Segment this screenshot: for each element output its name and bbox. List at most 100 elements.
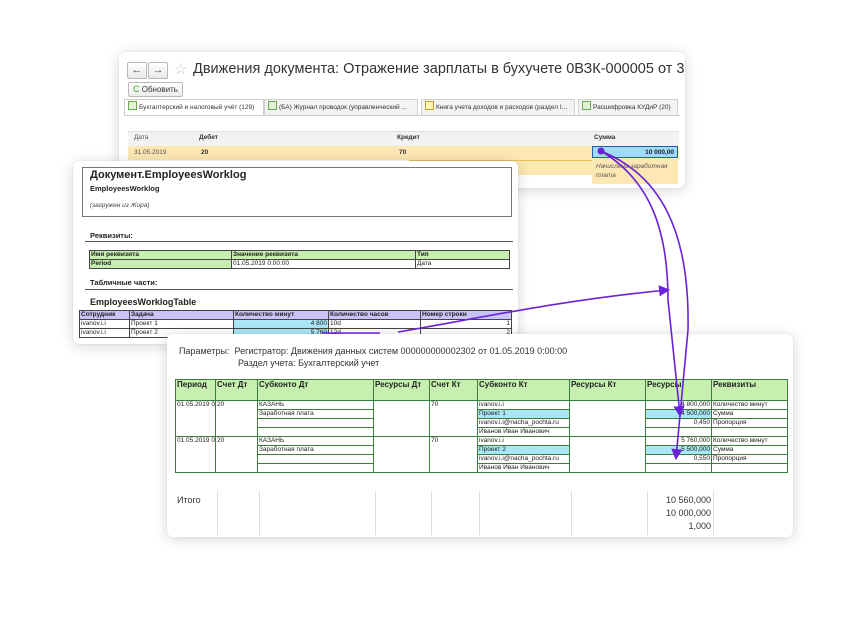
totals-grid-line: [259, 491, 260, 535]
requisites-cell: Количество минут Сумма Пропорция: [711, 400, 788, 437]
header-sum: Сумма: [594, 134, 616, 141]
refresh-icon: C: [133, 84, 140, 94]
employee-cell: ivanov.i.i: [79, 319, 130, 329]
period-cell: 01.05.2019 0:00:00: [175, 436, 216, 473]
favorite-star-icon[interactable]: ☆: [174, 60, 187, 78]
tab-label: Бухгалтерский и налоговый учёт (129): [139, 104, 255, 111]
col-employee: Сотрудник: [79, 310, 130, 320]
resource-value: 5 760,000: [646, 438, 711, 446]
requisites-cell: Количество минут Сумма Пропорция: [711, 436, 788, 473]
col-row-number: Номер строки: [420, 310, 512, 320]
col-account-dt: Счет Дт: [215, 379, 258, 401]
resources-kt-cell: [569, 400, 646, 437]
tab-label: (БА) Журнал проводок (управленческий ...: [279, 104, 407, 111]
resources-kt-cell: [569, 436, 646, 473]
tab-journal[interactable]: (БА) Журнал проводок (управленческий ...: [264, 99, 418, 115]
tab-kudir[interactable]: Расшифровка КУДиР (20): [578, 99, 678, 115]
requisites-section-title: Реквизиты:: [90, 231, 133, 240]
document-subtitle: EmployeesWorklog: [90, 184, 160, 193]
back-button[interactable]: ←: [127, 62, 147, 79]
subconto-line: КАЗАНЬ: [258, 438, 373, 446]
register-icon: [582, 101, 591, 110]
subconto-kt-cell: ivanov.i.i Проект 2 ivanov.i.i@nacha_poc…: [477, 436, 570, 473]
movements-table: Период Счет Дт Субконто Дт Ресурсы Дт Сч…: [175, 379, 788, 473]
tab-divider: [124, 115, 680, 116]
subconto-line: ivanov.i.i@nacha_pochta.ru: [478, 419, 569, 428]
period-cell: 01.05.2019 0:00:00: [175, 400, 216, 437]
total-value: 10 000,000: [665, 508, 711, 518]
col-resources-dt: Ресурсы Дт: [373, 379, 430, 401]
req-header-type: Тип: [415, 250, 510, 260]
table-row: Period 01.05.2019 0:00:00 Дата: [89, 259, 510, 269]
subconto-line: [259, 464, 373, 472]
totals-grid-line: [375, 491, 376, 535]
document-note: (загружен из Жира): [90, 202, 150, 209]
req-value: 01.05.2019 0:00:00: [231, 259, 416, 269]
col-account-kt: Счет Кт: [429, 379, 478, 401]
col-resources-kt: Ресурсы Кт: [569, 379, 646, 401]
table-row[interactable]: 01.05.2019 0:00:00 20 КАЗАНЬ Заработная …: [175, 436, 788, 473]
subconto-line: ivanov.i.i: [478, 438, 569, 446]
subconto-dt-cell: КАЗАНЬ Заработная плата: [257, 400, 374, 437]
resource-value: 0,450: [646, 419, 711, 428]
table-row[interactable]: ivanov.i.i Проект 1 4 800 10d 1: [79, 319, 512, 329]
worklog-table-title: EmployeesWorklogTable: [90, 297, 197, 307]
subconto-line: Заработная плата: [258, 446, 373, 455]
subconto-line: [258, 455, 373, 464]
account-dt-cell: 20: [215, 400, 258, 437]
window-title: Движения документа: Отражение зарплаты в…: [193, 61, 685, 77]
totals-grid-line: [571, 491, 572, 535]
resource-value: 4 500,000: [646, 410, 711, 419]
subconto-line: Заработная плата: [258, 410, 373, 419]
row-number-cell: 1: [420, 319, 512, 329]
forward-button[interactable]: →: [148, 62, 168, 79]
task-cell: Проект 1: [129, 319, 234, 329]
col-period: Период: [175, 379, 216, 401]
resources-dt-cell: [373, 400, 430, 437]
resource-value: [647, 428, 711, 436]
tab-label: Книга учета доходов и расходов (раздел I…: [436, 104, 568, 111]
subconto-line: Проект 2: [478, 446, 569, 455]
header-date: Дата: [134, 134, 149, 141]
subconto-line: КАЗАНЬ: [258, 402, 373, 410]
employees-worklog-window: Документ.EmployeesWorklog EmployeesWorkl…: [73, 161, 518, 344]
totals-grid-line: [431, 491, 432, 535]
req-name: Period: [89, 259, 232, 269]
tab-income-book[interactable]: Книга учета доходов и расходов (раздел I…: [421, 99, 575, 115]
employee-cell: ivanov.i.i: [79, 328, 130, 338]
req-type: Дата: [415, 259, 510, 269]
requisite-name: [713, 464, 787, 472]
totals-grid-line: [713, 491, 714, 535]
register-icon: [425, 101, 434, 110]
tab-accounting[interactable]: Бухгалтерский и налоговый учёт (129): [124, 99, 264, 116]
params-line: Параметры: Регистратор: Движения данных …: [179, 346, 567, 356]
requisite-name: Количество минут: [712, 402, 787, 410]
table-row[interactable]: 01.05.2019 0:00:00 20 КАЗАНЬ Заработная …: [175, 400, 788, 437]
requisite-name: [713, 428, 787, 436]
resource-value: 5 500,000: [646, 446, 711, 455]
requisite-name: Количество минут: [712, 438, 787, 446]
total-value: 10 560,000: [665, 495, 711, 505]
resource-value: 4 800,000: [646, 402, 711, 410]
col-minutes: Количество минут: [233, 310, 329, 320]
subconto-line: Проект 1: [478, 410, 569, 419]
requisite-name: Сумма: [712, 446, 787, 455]
subconto-line: [259, 428, 373, 436]
col-subconto-kt: Субконто Кт: [477, 379, 570, 401]
resources-dt-cell: [373, 436, 430, 473]
document-title: Документ.EmployeesWorklog: [90, 169, 247, 181]
header-debit: Дебет: [199, 134, 218, 141]
total-label: Итого: [177, 495, 201, 505]
sum-cell[interactable]: 10 000,00: [592, 146, 678, 158]
totals-grid-line: [479, 491, 480, 535]
col-resources: Ресурсы: [645, 379, 712, 401]
account-dt-cell: 20: [215, 436, 258, 473]
sum-note: Начислена заработная плата: [592, 160, 678, 184]
requisite-name: Пропорция: [712, 455, 787, 464]
params-registrar: Регистратор: Движения данных систем 0000…: [234, 346, 568, 356]
subconto-line: [258, 419, 373, 428]
row-credit: 70: [399, 149, 407, 156]
refresh-button[interactable]: C Обновить: [128, 82, 183, 97]
params-section: Раздел учета: Бухгалтерский учет: [238, 358, 380, 368]
total-value: 1,000: [688, 521, 711, 531]
